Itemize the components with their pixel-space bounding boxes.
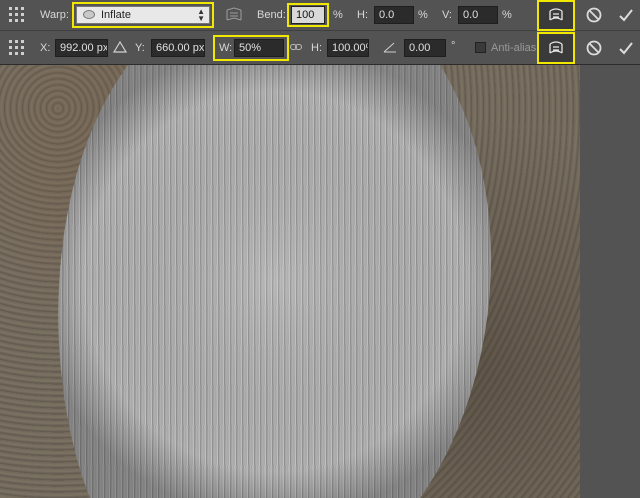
checkmark-icon <box>619 9 633 22</box>
vertical-distort-label: V: <box>442 9 452 21</box>
width-label: W: <box>219 42 233 54</box>
commit-transform-button-2[interactable] <box>617 39 635 57</box>
chevron-down-icon: ▼ <box>197 14 205 23</box>
commit-transform-button[interactable] <box>617 6 635 24</box>
warp-style-dropdown[interactable]: Inflate ▲ ▼ <box>76 6 210 24</box>
bend-unit: % <box>333 9 343 21</box>
horizontal-distort-label: H: <box>357 9 368 21</box>
width-input[interactable]: 50% <box>234 39 284 57</box>
cancel-circle-icon <box>586 40 602 56</box>
link-chain-icon[interactable] <box>290 42 302 52</box>
height-label: H: <box>311 42 322 54</box>
angle-unit: ° <box>451 40 456 52</box>
x-position-input[interactable]: 992.00 px <box>55 39 108 57</box>
height-input[interactable]: 100.00% <box>327 39 369 57</box>
delta-triangle-icon[interactable] <box>113 40 127 54</box>
rotation-angle-input[interactable]: 0.00 <box>404 39 446 57</box>
y-position-label: Y: <box>135 42 145 54</box>
warp-label: Warp: <box>40 9 69 21</box>
inflate-shape-icon <box>83 10 95 19</box>
reference-point-locator-icon[interactable] <box>9 40 25 56</box>
warp-mode-toggle-button[interactable] <box>539 1 573 30</box>
vertical-distort-input[interactable]: 0.0 <box>458 6 498 24</box>
anti-alias-label: Anti-alias <box>491 42 537 54</box>
warp-mode-icon <box>549 41 563 54</box>
warp-style-value: Inflate <box>101 9 131 21</box>
anti-alias-checkbox[interactable] <box>475 42 486 53</box>
warped-layer-image[interactable] <box>0 65 580 498</box>
warp-options-bar: Warp: Inflate ▲ ▼ Bend: 100 % H: 0.0 % V… <box>0 0 640 31</box>
vertical-distort-unit: % <box>502 9 512 21</box>
right-side-panel <box>580 65 640 498</box>
transform-options-bar: X: 992.00 px Y: 660.00 px W: 50% H: 100.… <box>0 31 640 65</box>
warp-mode-toggle-button-2[interactable] <box>539 33 573 63</box>
bend-input[interactable]: 100 <box>291 6 325 24</box>
cancel-transform-button-2[interactable] <box>585 39 603 57</box>
reference-point-grid-icon[interactable] <box>9 7 25 23</box>
cancel-circle-icon <box>586 7 602 23</box>
checkmark-icon <box>619 42 633 55</box>
bend-label: Bend: <box>257 9 286 21</box>
cancel-transform-button[interactable] <box>585 6 603 24</box>
angle-icon <box>383 42 396 53</box>
warp-orientation-icon[interactable] <box>225 6 243 24</box>
document-canvas[interactable] <box>0 65 580 498</box>
y-position-input[interactable]: 660.00 px <box>151 39 205 57</box>
horizontal-distort-input[interactable]: 0.0 <box>374 6 414 24</box>
horizontal-distort-unit: % <box>418 9 428 21</box>
warp-mode-icon <box>549 8 563 21</box>
x-position-label: X: <box>40 42 51 54</box>
